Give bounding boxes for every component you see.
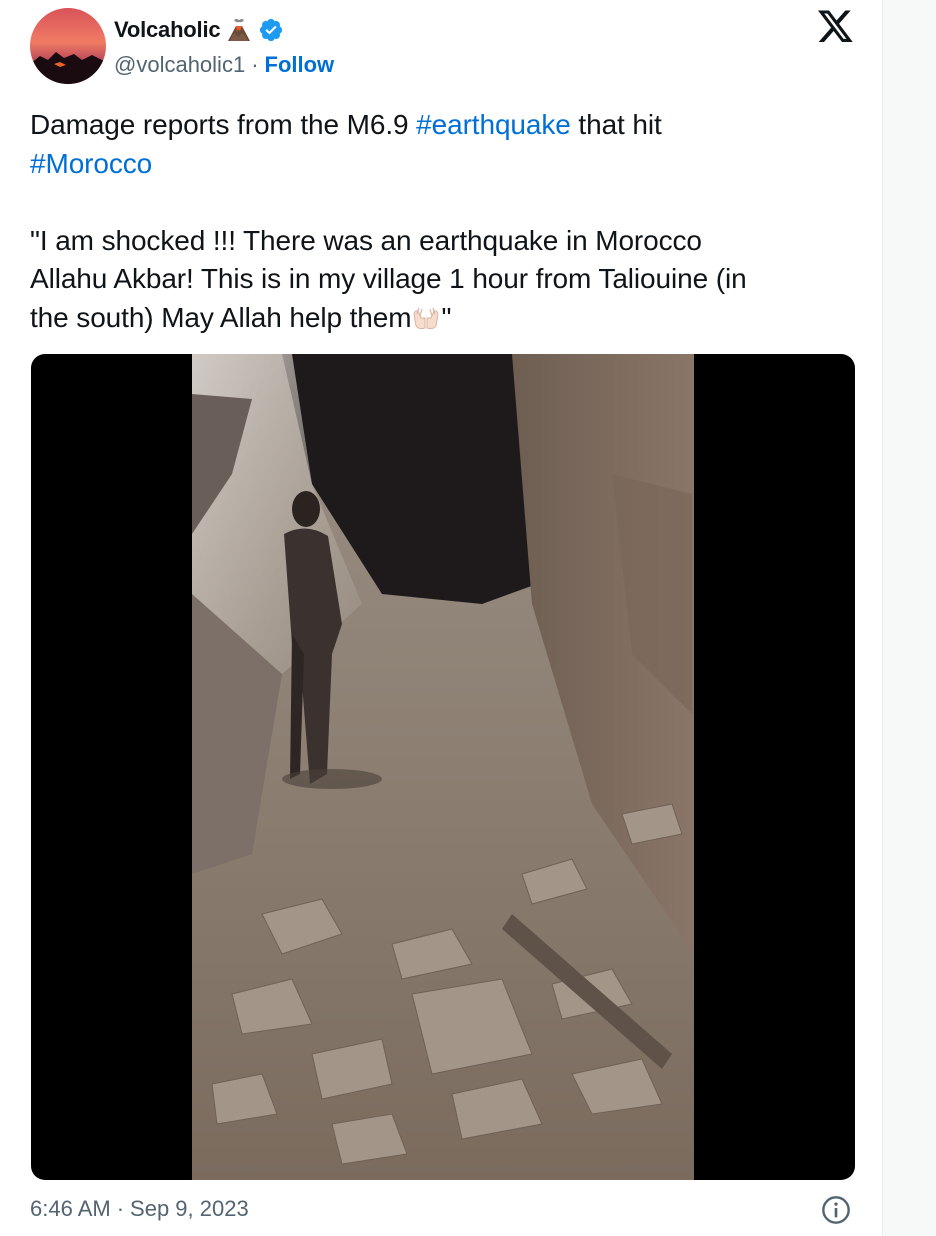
tweet-line-1: Damage reports from the M6.9 #earthquake… — [30, 106, 850, 145]
tweet-timestamp-link[interactable]: 6:46 AM · Sep 9, 2023 — [30, 1196, 249, 1222]
tweet-text-segment: that hit — [570, 109, 662, 140]
tweet-text-segment: " — [441, 301, 452, 333]
info-icon[interactable] — [820, 1194, 852, 1226]
tweet-text: Damage reports from the M6.9 #earthquake… — [30, 106, 850, 337]
video-thumbnail — [192, 354, 694, 1180]
page-background-edge — [882, 0, 936, 1236]
separator-dot: · — [116, 1196, 125, 1221]
volcano-icon — [226, 17, 252, 43]
author-handle[interactable]: @volcaholic1 — [114, 52, 245, 78]
follow-button[interactable]: Follow — [265, 52, 335, 78]
tweet-line-2: #Morocco — [30, 145, 850, 184]
tweet-date: Sep 9, 2023 — [130, 1196, 249, 1221]
quote-line-1: "I am shocked !!! There was an earthquak… — [30, 224, 702, 256]
quote-line-3: the south) May Allah help them " — [30, 299, 850, 338]
palms-up-together-icon — [411, 304, 441, 332]
tweet-time: 6:46 AM — [30, 1196, 111, 1221]
separator-dot: · — [251, 52, 259, 77]
x-logo-icon[interactable] — [818, 10, 854, 44]
author-handle-row: @volcaholic1 · Follow — [114, 50, 334, 80]
embedded-tweet-card: Volcaholic @volcaholic1 · Follow Damage … — [0, 0, 882, 1236]
avatar[interactable] — [30, 8, 106, 84]
author-name-row: Volcaholic — [114, 14, 284, 46]
hashtag-morocco-link[interactable]: #Morocco — [30, 148, 152, 179]
tweet-text-segment: Damage reports from the M6.9 — [30, 109, 417, 140]
author-display-name[interactable]: Volcaholic — [114, 17, 221, 43]
video-player[interactable] — [31, 354, 855, 1180]
hashtag-earthquake-link[interactable]: #earthquake — [416, 109, 571, 140]
tweet-text-segment: the south) May Allah help them — [30, 301, 412, 333]
quote-line-2: Allahu Akbar! This is in my village 1 ho… — [30, 263, 747, 294]
verified-badge-icon — [258, 17, 284, 43]
